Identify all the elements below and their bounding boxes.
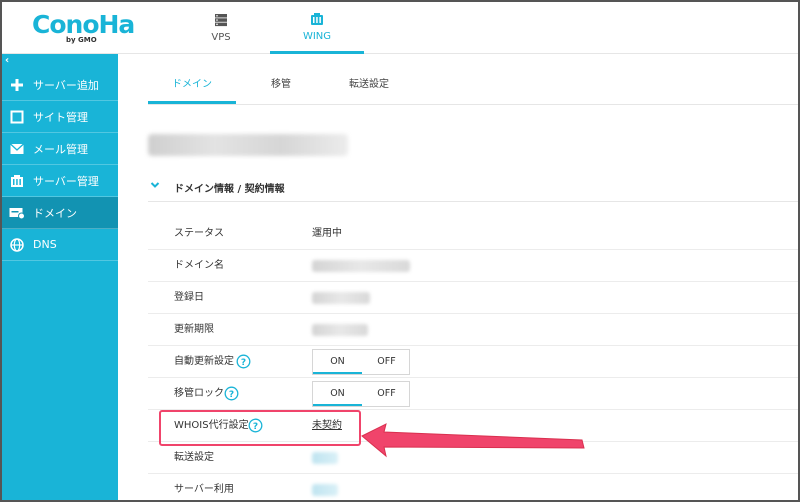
row-domain-name: ドメイン名 [148,250,798,282]
sidebar-item-label: サーバー追加 [33,78,99,92]
auto-renew-off[interactable]: OFF [362,350,411,374]
top-header: ConoHa by GMO VPS WING [2,2,798,54]
sidebar-item-label: メール管理 [33,142,88,156]
tab-vps-label: VPS [211,32,231,43]
logo-sub: by GMO [66,36,97,44]
row-transfer-lock: 移管ロック ? ON OFF [148,378,798,410]
sidebar-item-label: サイト管理 [33,110,88,124]
row-expiry-date: 更新期限 [148,314,798,346]
row-key: 登録日 [174,292,204,303]
sidebar: ‹ サーバー追加 サイト管理 メール管理 サーバー管理 ドメイン DNS [2,54,118,500]
row-key: 更新期限 [174,324,214,335]
row-key: 自動更新設定 [174,356,234,367]
svg-text:?: ? [229,390,234,400]
globe-icon [9,237,25,253]
transfer-lock-on[interactable]: ON [313,382,362,406]
auto-renew-toggle[interactable]: ON OFF [312,349,410,375]
logo-text: ConoHa [32,10,135,39]
server-icon [215,14,227,27]
server-usage-value-blurred [312,484,338,496]
subtab-forwarding[interactable]: 転送設定 [334,74,404,104]
section-title: ドメイン情報 / 契約情報 [174,184,285,195]
tab-wing[interactable]: WING [270,2,364,54]
sidebar-item-mail-manage[interactable]: メール管理 [2,133,118,165]
subtab-domain[interactable]: ドメイン [148,74,236,104]
row-key: ドメイン名 [174,260,224,271]
expiry-date-value-blurred [312,324,368,336]
row-registered-date: 登録日 [148,282,798,314]
sidebar-item-server-manage[interactable]: サーバー管理 [2,165,118,197]
section-domain-info[interactable]: ドメイン情報 / 契約情報 [148,174,798,202]
row-server-usage: サーバー利用 [148,474,798,500]
row-key: サーバー利用 [174,484,234,495]
sidebar-item-add-server[interactable]: サーバー追加 [2,69,118,101]
domain-name-blurred [148,134,348,156]
server-manage-icon [9,173,25,189]
transfer-lock-off[interactable]: OFF [362,382,411,406]
highlight-box [159,410,361,446]
app-frame: ConoHa by GMO VPS WING ‹ サーバー追加 サイト管理 メー… [0,0,800,502]
subtab-transfer[interactable]: 移管 [256,74,306,104]
domain-icon [9,205,25,221]
window-icon [9,109,25,125]
row-status: ステータス 運用中 [148,218,798,250]
transfer-lock-toggle[interactable]: ON OFF [312,381,410,407]
help-icon[interactable]: ? [224,386,239,401]
conoha-logo[interactable]: ConoHa by GMO [32,10,137,46]
svg-text:?: ? [241,358,246,368]
row-auto-renew: 自動更新設定 ? ON OFF [148,346,798,378]
row-key: 転送設定 [174,452,214,463]
status-value: 運用中 [312,228,342,239]
chevron-down-icon [150,182,160,188]
sidebar-item-domain[interactable]: ドメイン [2,197,118,229]
sidebar-item-label: ドメイン [33,206,77,220]
mail-icon [9,141,25,157]
sidebar-item-label: サーバー管理 [33,174,99,188]
wing-icon [311,12,323,25]
tab-vps[interactable]: VPS [186,2,256,54]
registered-date-value-blurred [312,292,370,304]
collapse-sidebar-icon[interactable]: ‹ [5,55,9,66]
domain-name-value-blurred [312,260,410,272]
row-key: ステータス [174,228,224,239]
subtab-divider [148,104,798,105]
forwarding-value-blurred [312,452,338,464]
help-icon[interactable]: ? [236,354,251,369]
red-arrow-annotation [361,423,585,458]
sidebar-item-site-manage[interactable]: サイト管理 [2,101,118,133]
row-key: 移管ロック [174,388,224,399]
sidebar-item-label: DNS [33,238,57,251]
plus-icon [9,77,25,93]
sidebar-item-dns[interactable]: DNS [2,229,118,261]
tab-wing-label: WING [302,30,332,42]
auto-renew-on[interactable]: ON [313,350,362,374]
